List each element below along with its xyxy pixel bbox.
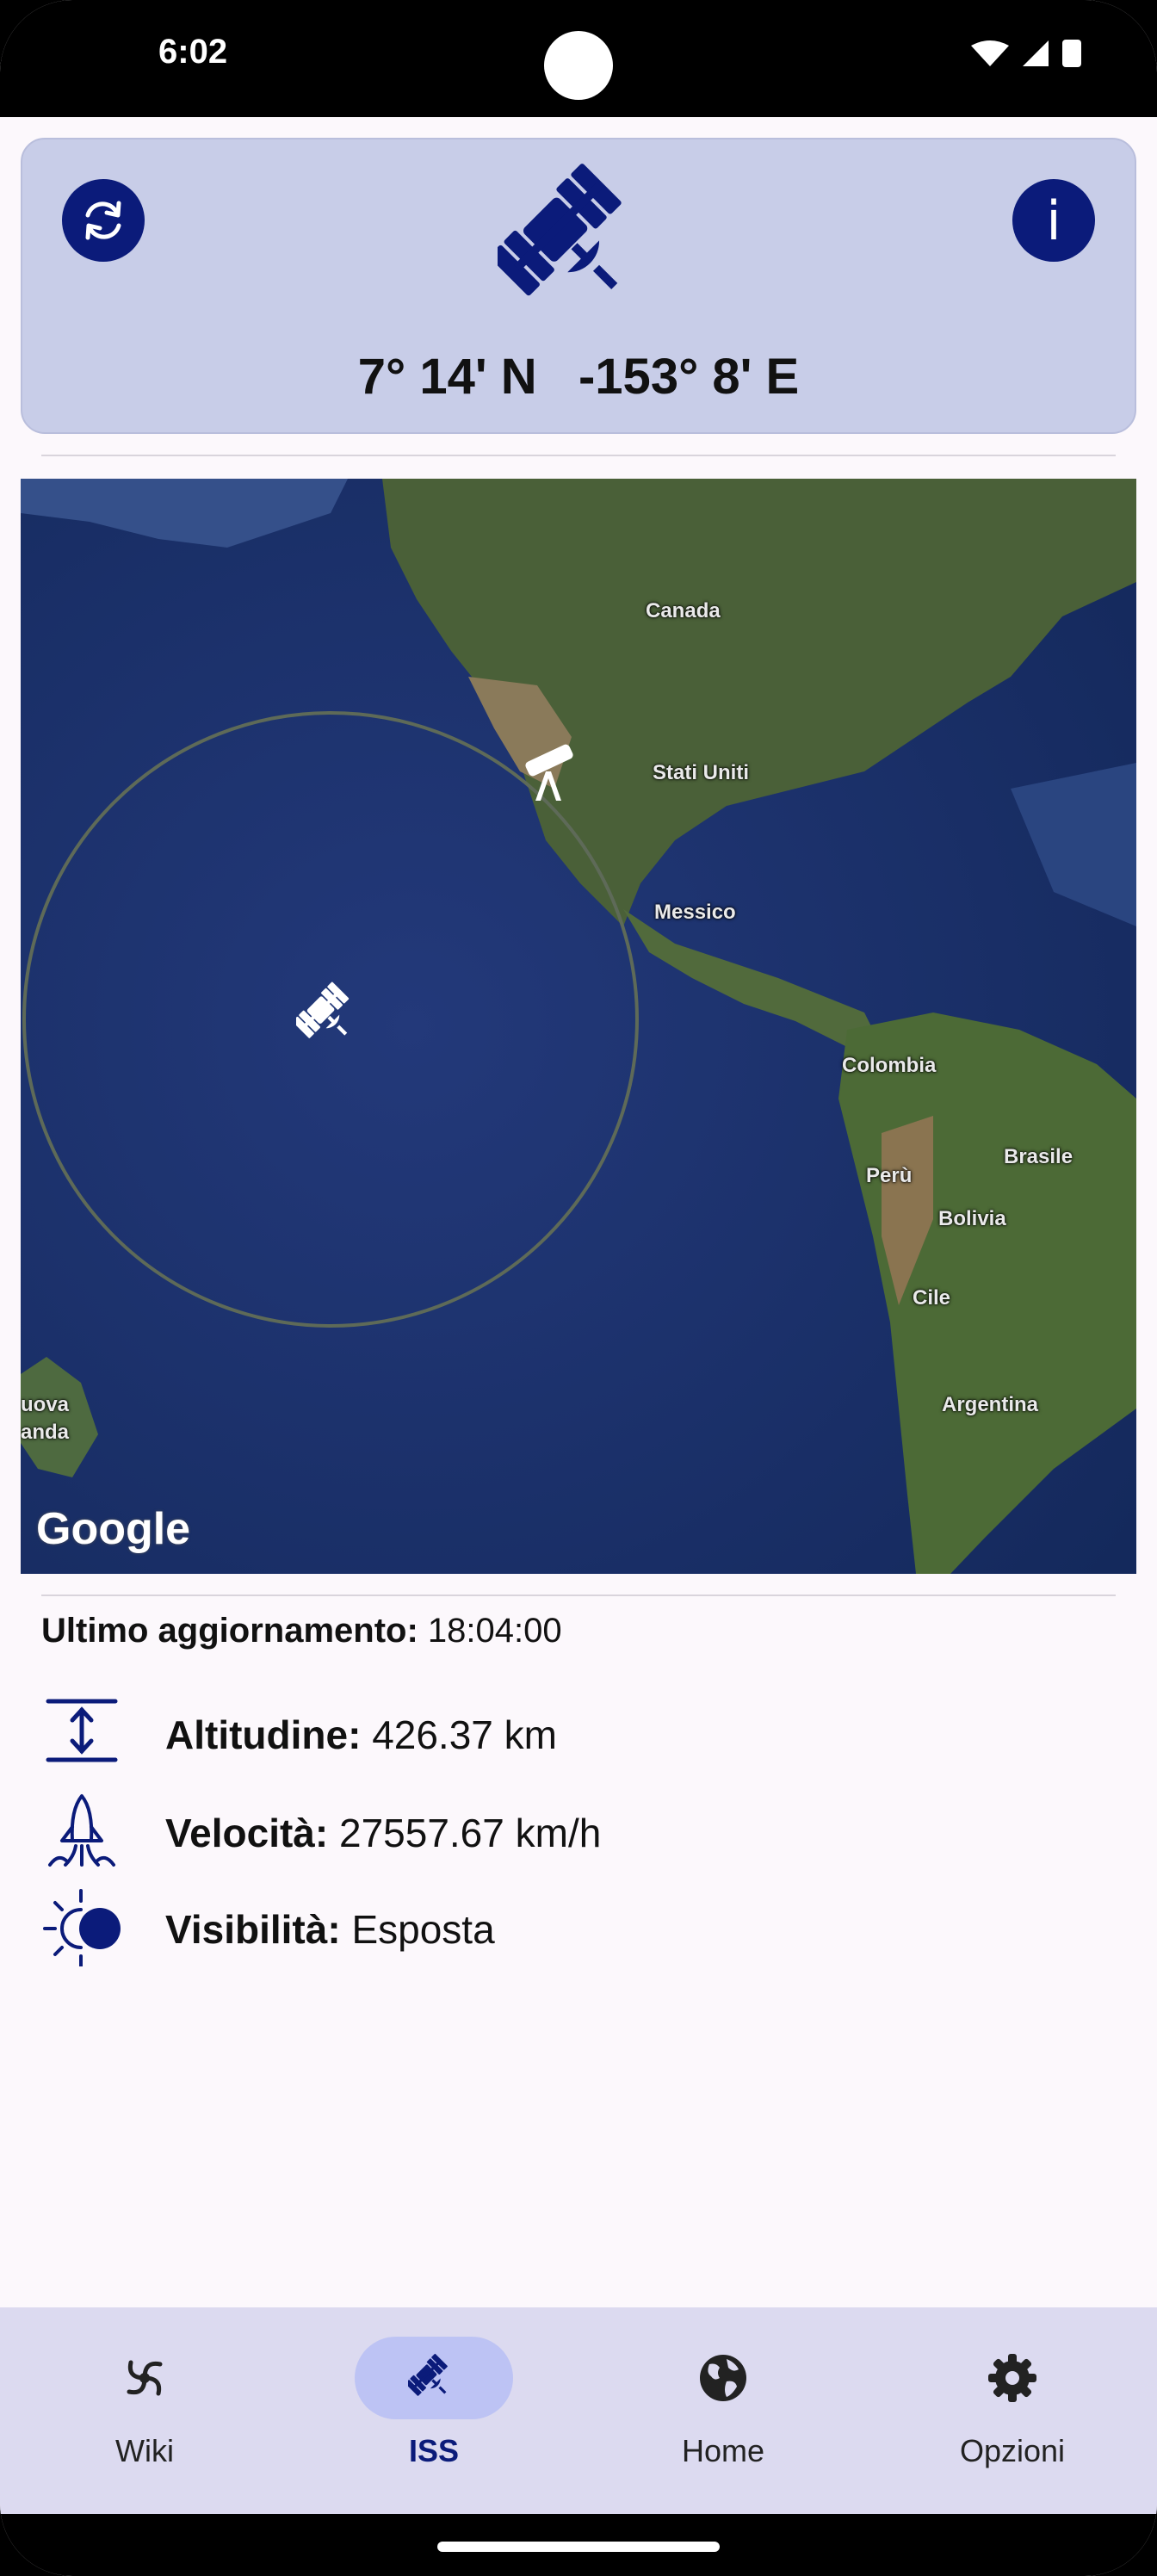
iss-position-card: i 7° 14' N -153° 8' E bbox=[21, 138, 1136, 434]
map-label-peru: Perù bbox=[866, 1164, 913, 1187]
altitude-text: Altitudine: 426.37 km bbox=[165, 1712, 557, 1758]
last-update-value: 18:04:00 bbox=[427, 1612, 562, 1650]
nav-item-home[interactable]: Home bbox=[637, 2337, 809, 2492]
status-time: 6:02 bbox=[158, 33, 228, 71]
map-label-canada: Canada bbox=[646, 599, 721, 622]
velocity-label: Velocità: bbox=[165, 1811, 329, 1855]
map-label-chile: Cile bbox=[913, 1286, 951, 1310]
visibility-value: Esposta bbox=[351, 1907, 495, 1952]
visibility-label: Visibilità: bbox=[165, 1907, 341, 1952]
divider bbox=[41, 455, 1116, 456]
iss-map[interactable]: Canada Stati Uniti Messico Colombia Bras… bbox=[21, 479, 1136, 1574]
camera-cutout bbox=[544, 31, 613, 100]
google-attribution: Google bbox=[36, 1504, 191, 1554]
latitude-value: 7° 14' N bbox=[357, 349, 537, 405]
map-label-bolivia: Bolivia bbox=[938, 1207, 1006, 1230]
status-bar: 6:02 bbox=[0, 0, 1157, 117]
satellite-icon bbox=[408, 2353, 448, 2396]
gear-icon bbox=[988, 2354, 1036, 2402]
nav-label-iss: ISS bbox=[408, 2433, 460, 2468]
refresh-icon bbox=[85, 201, 121, 240]
satellite-icon bbox=[498, 164, 622, 296]
globe-icon bbox=[700, 2355, 746, 2401]
bottom-navigation: Wiki ISS Home Opzioni bbox=[0, 2307, 1157, 2514]
last-update: Ultimo aggiornamento: 18:04:00 bbox=[41, 1612, 562, 1650]
refresh-button[interactable] bbox=[62, 179, 145, 262]
nav-item-wiki[interactable]: Wiki bbox=[59, 2337, 231, 2492]
divider bbox=[41, 1595, 1116, 1596]
status-icons bbox=[971, 40, 1081, 67]
iss-marker-icon bbox=[296, 981, 350, 1038]
map-label-mexico: Messico bbox=[654, 901, 736, 924]
altitude-label: Altitudine: bbox=[165, 1712, 362, 1757]
nav-item-settings[interactable]: Opzioni bbox=[926, 2337, 1098, 2492]
nav-label-home: Home bbox=[681, 2433, 765, 2468]
info-button[interactable]: i bbox=[1012, 179, 1095, 262]
signal-icon bbox=[1023, 40, 1049, 66]
map-label-usa: Stati Uniti bbox=[653, 761, 749, 784]
visibility-row: Visibilità: Esposta bbox=[41, 1889, 1116, 1966]
velocity-row: Velocità: 27557.67 km/h bbox=[41, 1793, 1116, 1870]
map-label-colombia: Colombia bbox=[842, 1054, 937, 1077]
longitude-value: -153° 8' E bbox=[578, 349, 800, 405]
velocity-text: Velocità: 27557.67 km/h bbox=[165, 1810, 601, 1856]
altitude-row: Altitudine: 426.37 km bbox=[41, 1694, 1116, 1772]
home-gesture-bar[interactable] bbox=[437, 2542, 720, 2552]
velocity-value: 27557.67 km/h bbox=[338, 1811, 602, 1855]
observer-telescope-icon bbox=[525, 744, 573, 801]
nav-label-wiki: Wiki bbox=[115, 2433, 174, 2468]
altitude-value: 426.37 km bbox=[372, 1712, 557, 1757]
wifi-icon bbox=[971, 40, 1009, 66]
nav-item-iss[interactable]: ISS bbox=[348, 2337, 520, 2492]
info-icon: i bbox=[1046, 189, 1061, 252]
galaxy-icon bbox=[127, 2360, 163, 2396]
map-label-brazil: Brasile bbox=[1004, 1145, 1073, 1168]
nav-label-settings: Opzioni bbox=[959, 2433, 1066, 2468]
battery-icon bbox=[1062, 40, 1081, 67]
app-screen: 6:02 i 7° 14' N -153° 8' E Canada Stati … bbox=[0, 0, 1157, 2576]
rocket-icon bbox=[48, 1794, 115, 1867]
map-label-nz-2: anda bbox=[21, 1421, 70, 1444]
map-label-nz-1: uova bbox=[21, 1393, 70, 1416]
sun-moon-icon bbox=[43, 1889, 121, 1966]
iss-coordinates: 7° 14' N -153° 8' E bbox=[22, 348, 1135, 406]
altitude-icon bbox=[46, 1699, 118, 1762]
map-label-argentina: Argentina bbox=[942, 1393, 1039, 1416]
last-update-label: Ultimo aggiornamento: bbox=[41, 1612, 418, 1650]
visibility-text: Visibilità: Esposta bbox=[165, 1906, 495, 1953]
